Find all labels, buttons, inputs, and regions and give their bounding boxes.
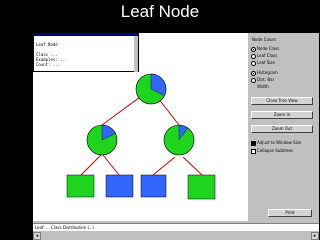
tree-viewer-window: Leaf Node Class ... Examples: ... Count:… bbox=[33, 33, 319, 240]
popup-scrollbar[interactable] bbox=[134, 36, 138, 72]
options-panel: Node Colors Node Class Leaf Class Leaf S… bbox=[248, 33, 319, 221]
option-width: Width bbox=[257, 84, 269, 89]
zoom-out-button[interactable]: Zoom Out bbox=[251, 125, 313, 133]
tree-node-root[interactable] bbox=[135, 73, 167, 105]
slide-title: Leaf Node bbox=[120, 2, 200, 21]
edge-left-leaf1 bbox=[80, 154, 102, 176]
edge-left-leaf2 bbox=[102, 154, 120, 176]
tree-node-left[interactable] bbox=[86, 124, 118, 156]
checkbox-adjust-window[interactable] bbox=[251, 141, 256, 146]
check-adjust-window: Adjust to Window Size bbox=[257, 140, 302, 145]
option-leaf-size: Leaf Size bbox=[257, 60, 275, 65]
radio-node-class[interactable] bbox=[251, 47, 256, 52]
scroll-left-arrow-icon[interactable]: ◂ bbox=[33, 232, 41, 240]
tree-leaf-1[interactable] bbox=[66, 174, 95, 198]
option-leaf-class: Leaf Class bbox=[257, 53, 278, 58]
print-button[interactable]: Print bbox=[268, 209, 312, 217]
close-tree-view-button[interactable]: Close Tree View bbox=[251, 97, 313, 105]
popup-line-3: Count: ... bbox=[36, 62, 61, 67]
radio-dist-bar[interactable] bbox=[251, 78, 256, 83]
option-dist-bar: Dist. Bar bbox=[257, 77, 275, 82]
leaf-info-popup: Leaf Node Class ... Examples: ... Count:… bbox=[33, 33, 139, 72]
tree-leaf-2[interactable] bbox=[105, 174, 134, 198]
status-bar: Leaf: ... Class Distribution (...) bbox=[33, 223, 319, 231]
check-collapse-subtrees: Collapse Subtrees bbox=[257, 148, 294, 153]
tree-node-right[interactable] bbox=[163, 124, 195, 156]
option-histogram: Histogram bbox=[257, 70, 278, 75]
option-node-class: Node Class bbox=[257, 46, 280, 51]
edge-right-leaf3 bbox=[152, 156, 176, 176]
tree-canvas[interactable]: Leaf Node Class ... Examples: ... Count:… bbox=[33, 33, 248, 221]
panel-header: Node Colors bbox=[252, 37, 277, 42]
tree-leaf-3[interactable] bbox=[140, 174, 167, 198]
radio-histogram[interactable] bbox=[251, 71, 256, 76]
checkbox-collapse-subtrees[interactable] bbox=[251, 149, 256, 154]
radio-leaf-size[interactable] bbox=[251, 61, 256, 66]
radio-leaf-class[interactable] bbox=[251, 54, 256, 59]
zoom-in-button[interactable]: Zoom In bbox=[251, 111, 313, 119]
tree-leaf-4[interactable] bbox=[187, 174, 216, 200]
edge-right-leaf4 bbox=[182, 156, 203, 176]
popup-title: Leaf Node bbox=[36, 42, 58, 47]
horizontal-scrollbar[interactable]: ◂ ▸ bbox=[33, 232, 319, 240]
scroll-right-arrow-icon[interactable]: ▸ bbox=[311, 232, 319, 240]
